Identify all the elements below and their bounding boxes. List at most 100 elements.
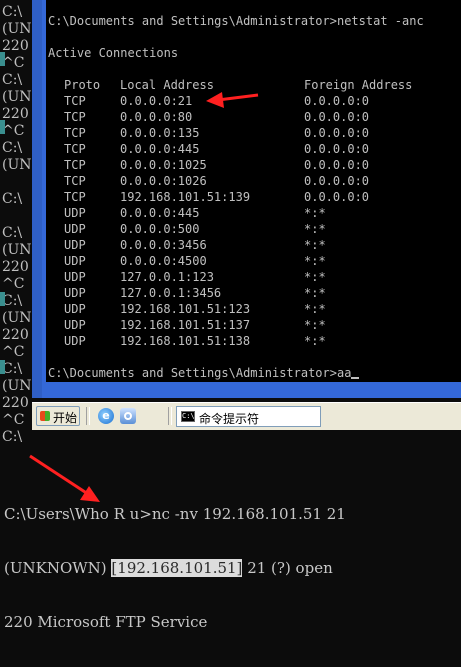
proto-cell: UDP bbox=[64, 286, 86, 300]
background-console-output: C:\Users\Who R u>nc -nv 192.168.101.51 2… bbox=[4, 469, 346, 667]
local-address-cell: 0.0.0.0:80 bbox=[120, 110, 193, 124]
background-gutter-line: C:\ bbox=[2, 191, 23, 207]
background-gutter-line: (UN bbox=[2, 89, 32, 105]
command-prompt-icon: C:\ bbox=[181, 411, 195, 422]
foreign-address-cell: *:* bbox=[304, 302, 326, 316]
foreign-address-cell: *:* bbox=[304, 270, 326, 284]
local-address-cell: 0.0.0.0:445 bbox=[120, 142, 200, 156]
ftp-banner-line: 220 Microsoft FTP Service bbox=[4, 613, 208, 631]
background-gutter-line: ^C bbox=[2, 123, 25, 139]
background-gutter-line: 220 bbox=[2, 38, 29, 54]
local-address-cell: 0.0.0.0:445 bbox=[120, 206, 200, 220]
netstat-command-line: C:\Documents and Settings\Administrator>… bbox=[48, 14, 424, 28]
background-gutter-line: ^C bbox=[2, 344, 25, 360]
column-header: Proto bbox=[64, 78, 101, 92]
foreign-address-cell: 0.0.0.0:0 bbox=[304, 190, 370, 204]
local-address-cell: 0.0.0.0:135 bbox=[120, 126, 200, 140]
proto-cell: TCP bbox=[64, 174, 86, 188]
background-gutter-line: ^C bbox=[2, 55, 25, 71]
background-teal-marker bbox=[0, 52, 5, 66]
local-address-cell: 192.168.101.51:139 bbox=[120, 190, 251, 204]
foreign-address-cell: *:* bbox=[304, 318, 326, 332]
taskbar-separator bbox=[86, 407, 90, 425]
xp-taskbar: 开始 e C:\ 命令提示符 bbox=[32, 402, 461, 430]
foreign-address-cell: 0.0.0.0:0 bbox=[304, 126, 370, 140]
proto-cell: UDP bbox=[64, 254, 86, 268]
proto-cell: UDP bbox=[64, 238, 86, 252]
local-address-cell: 0.0.0.0:500 bbox=[120, 222, 200, 236]
foreign-address-cell: 0.0.0.0:0 bbox=[304, 94, 370, 108]
local-address-cell: 127.0.0.1:3456 bbox=[120, 286, 222, 300]
background-gutter-line: (UN bbox=[2, 157, 32, 173]
local-address-cell: 192.168.101.51:123 bbox=[120, 302, 251, 316]
background-gutter-line: C:\ bbox=[2, 293, 23, 309]
media-player-icon[interactable] bbox=[120, 408, 136, 424]
foreign-address-cell: *:* bbox=[304, 286, 326, 300]
nc-result-prefix: (UNKNOWN) bbox=[4, 559, 112, 577]
proto-cell: TCP bbox=[64, 94, 86, 108]
foreign-address-cell: *:* bbox=[304, 334, 326, 348]
background-gutter-line: C:\ bbox=[2, 225, 23, 241]
foreign-address-cell: *:* bbox=[304, 222, 326, 236]
start-button-label: 开始 bbox=[53, 411, 78, 425]
local-address-cell: 0.0.0.0:4500 bbox=[120, 254, 207, 268]
background-gutter-line: ^C bbox=[2, 276, 25, 292]
proto-cell: UDP bbox=[64, 222, 86, 236]
nc-result-suffix: 21 (?) open bbox=[242, 559, 333, 577]
proto-cell: TCP bbox=[64, 190, 86, 204]
foreign-address-cell: *:* bbox=[304, 238, 326, 252]
proto-cell: TCP bbox=[64, 142, 86, 156]
xp-console-client-area[interactable]: C:\Documents and Settings\Administrator>… bbox=[46, 0, 461, 382]
background-teal-marker bbox=[0, 360, 5, 374]
proto-cell: TCP bbox=[64, 126, 86, 140]
background-gutter-line: 220 bbox=[2, 327, 29, 343]
start-button[interactable]: 开始 bbox=[36, 406, 80, 426]
nc-ip-highlight: [192.168.101.51] bbox=[111, 559, 243, 577]
background-gutter-line: C:\ bbox=[2, 72, 23, 88]
proto-cell: UDP bbox=[64, 302, 86, 316]
local-address-cell: 127.0.0.1:123 bbox=[120, 270, 214, 284]
background-gutter-line: C:\ bbox=[2, 361, 23, 377]
nc-result-line: (UNKNOWN) [192.168.101.51] 21 (?) open bbox=[4, 559, 346, 577]
local-address-cell: 192.168.101.51:137 bbox=[120, 318, 251, 332]
proto-cell: UDP bbox=[64, 206, 86, 220]
proto-cell: TCP bbox=[64, 158, 86, 172]
foreign-address-cell: *:* bbox=[304, 206, 326, 220]
proto-cell: UDP bbox=[64, 318, 86, 332]
taskbar-command-prompt-label: 命令提示符 bbox=[199, 412, 260, 426]
proto-cell: TCP bbox=[64, 110, 86, 124]
background-gutter-line: (UN bbox=[2, 242, 32, 258]
console-prompt-line[interactable]: C:\Documents and Settings\Administrator>… bbox=[48, 365, 360, 381]
local-address-cell: 0.0.0.0:21 bbox=[120, 94, 193, 108]
column-header: Foreign Address bbox=[304, 78, 413, 92]
background-gutter-line: C:\ bbox=[2, 4, 23, 20]
xp-window-left-frame bbox=[32, 0, 42, 398]
background-teal-marker bbox=[0, 120, 5, 134]
proto-cell: UDP bbox=[64, 334, 86, 348]
taskbar-separator bbox=[168, 407, 172, 425]
foreign-address-cell: 0.0.0.0:0 bbox=[304, 142, 370, 156]
nc-command-line: C:\Users\Who R u>nc -nv 192.168.101.51 2… bbox=[4, 505, 346, 523]
background-gutter-line: 220 bbox=[2, 395, 29, 411]
background-gutter-line: (UN bbox=[2, 378, 32, 394]
proto-cell: UDP bbox=[64, 270, 86, 284]
background-gutter-line: 220 bbox=[2, 259, 29, 275]
background-gutter-line: C:\ bbox=[2, 140, 23, 156]
taskbar-command-prompt-button[interactable]: C:\ 命令提示符 bbox=[176, 406, 321, 427]
foreign-address-cell: 0.0.0.0:0 bbox=[304, 158, 370, 172]
local-address-cell: 0.0.0.0:1025 bbox=[120, 158, 207, 172]
prompt-text: C:\Documents and Settings\Administrator>… bbox=[48, 366, 352, 380]
windows-flag-icon bbox=[40, 411, 50, 421]
local-address-cell: 192.168.101.51:138 bbox=[120, 334, 251, 348]
background-gutter-line: (UN bbox=[2, 21, 32, 37]
local-address-cell: 0.0.0.0:3456 bbox=[120, 238, 207, 252]
foreign-address-cell: *:* bbox=[304, 254, 326, 268]
text-cursor bbox=[351, 377, 360, 379]
background-gutter-line: C:\ bbox=[2, 429, 23, 445]
background-teal-marker bbox=[0, 292, 5, 306]
local-address-cell: 0.0.0.0:1026 bbox=[120, 174, 207, 188]
foreign-address-cell: 0.0.0.0:0 bbox=[304, 174, 370, 188]
background-gutter-line: (UN bbox=[2, 310, 32, 326]
internet-explorer-icon[interactable]: e bbox=[98, 408, 114, 424]
column-header: Local Address bbox=[120, 78, 214, 92]
